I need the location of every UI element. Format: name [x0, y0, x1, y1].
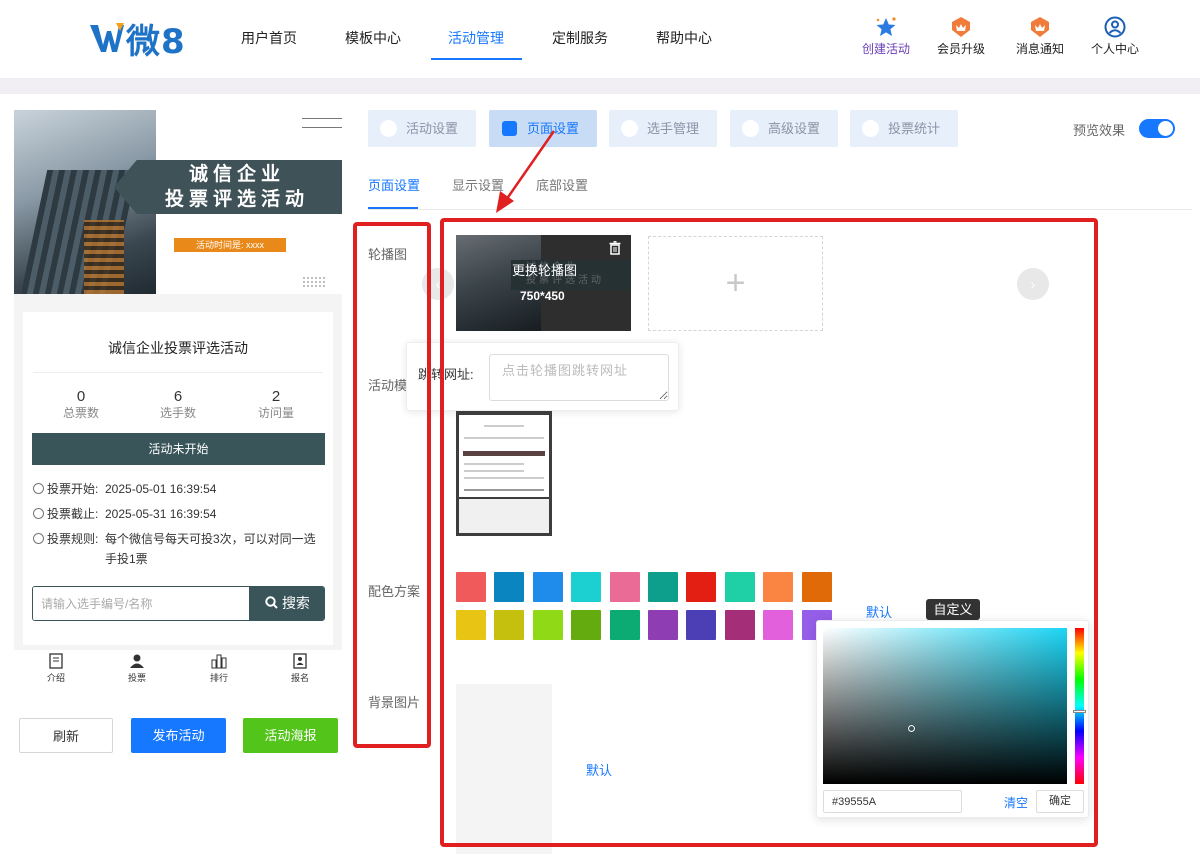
tab-label: 排行	[209, 673, 228, 683]
refresh-button[interactable]: 刷新	[19, 718, 113, 753]
tab-label: 介绍	[46, 673, 65, 683]
person-icon	[621, 120, 638, 137]
subtab-page-settings[interactable]: 页面设置	[368, 175, 420, 194]
preview-toggle[interactable]	[1139, 119, 1175, 138]
clock-icon	[33, 508, 44, 519]
stat-label: 访问量	[257, 406, 294, 420]
stat-label: 总票数	[62, 406, 99, 420]
nav-item-custom-service[interactable]: 定制服务	[552, 28, 608, 48]
activity-poster-button[interactable]: 活动海报	[243, 718, 338, 753]
user-icon	[130, 654, 144, 668]
sliders-icon	[742, 120, 759, 137]
preview-tabbar: 介绍 投票 排行 报名	[14, 650, 342, 690]
stat-label: 选手数	[159, 406, 196, 420]
highlight-labels-box	[353, 222, 431, 748]
logo[interactable]: 微8	[90, 16, 186, 62]
notifications-button[interactable]: 消息通知	[1010, 16, 1070, 57]
tab-contestant-management[interactable]: 选手管理	[609, 110, 717, 147]
search-button[interactable]: 搜索	[249, 587, 324, 620]
tab-signup[interactable]: 报名	[280, 653, 320, 684]
nav-active-underline	[431, 58, 522, 60]
annotation-arrow	[496, 130, 556, 213]
stat-value: 0	[76, 388, 86, 405]
nav-item-help[interactable]: 帮助中心	[656, 28, 712, 48]
document-icon	[49, 653, 63, 669]
activity-info-card: 诚信企业投票评选活动 0 总票数 6 选手数 2 访问量 活动未开始 投票开始:…	[23, 312, 333, 645]
ranking-icon	[211, 654, 227, 669]
stat-contestants: 6 选手数	[133, 388, 223, 421]
vote-start-row: 投票开始:	[33, 479, 98, 499]
tab-label: 选手管理	[647, 121, 700, 136]
vote-rule-value: 每个微信号每天可投3次，可以对同一选手投1票	[105, 532, 316, 566]
signup-icon	[293, 653, 307, 669]
star-icon	[876, 17, 896, 36]
divider	[33, 372, 323, 373]
create-activity-button[interactable]: 创建活动	[856, 16, 916, 57]
notifications-label: 消息通知	[1015, 42, 1064, 56]
tab-label: 投票	[127, 673, 146, 683]
tab-intro[interactable]: 介绍	[36, 653, 76, 684]
user-circle-icon	[1104, 16, 1126, 38]
info-icon	[33, 533, 44, 544]
contestant-search-input[interactable]	[33, 587, 249, 620]
vote-end-label: 投票截止:	[47, 507, 99, 521]
clock-icon	[33, 483, 44, 494]
notification-badge-icon	[1031, 17, 1049, 37]
preview-banner: 诚信企业 投票评选活动 活动时间是: xxxx	[14, 110, 342, 294]
banner-title-line1: 诚信企业	[188, 164, 285, 185]
stat-value: 2	[271, 388, 281, 405]
vote-rule-row: 投票规则:	[33, 529, 98, 549]
profile-label: 个人中心	[1090, 42, 1139, 56]
create-activity-label: 创建活动	[861, 42, 910, 56]
highlight-content-box	[440, 218, 1098, 847]
publish-activity-button[interactable]: 发布活动	[131, 718, 226, 753]
tab-label: 活动设置	[406, 121, 459, 136]
vote-rule-label: 投票规则:	[47, 532, 99, 546]
profile-button[interactable]: 个人中心	[1085, 16, 1145, 57]
tab-ranking[interactable]: 排行	[199, 653, 239, 684]
nav-item-home[interactable]: 用户首页	[241, 28, 297, 48]
vote-start-label: 投票开始:	[47, 482, 99, 496]
tab-activity-settings[interactable]: 活动设置	[368, 110, 476, 147]
stat-visits: 2 访问量	[231, 388, 321, 421]
logo-w-icon	[90, 23, 124, 52]
header-divider-band	[0, 78, 1200, 94]
search-icon	[265, 596, 278, 609]
tab-label: 高级设置	[768, 121, 821, 136]
top-navigation: 微8 用户首页 模板中心 活动管理 定制服务 帮助中心 创建活动 会员升级 消息…	[0, 0, 1200, 78]
logo-text: 微8	[126, 21, 186, 62]
crown-badge-icon	[952, 17, 970, 37]
contestant-search: 搜索	[32, 586, 325, 621]
heart-icon	[380, 120, 397, 137]
tab-advanced-settings[interactable]: 高级设置	[730, 110, 838, 147]
vote-start-value: 2025-05-01 16:39:54	[105, 482, 217, 496]
member-upgrade-button[interactable]: 会员升级	[931, 16, 991, 57]
banner-title-line2: 投票评选活动	[164, 189, 309, 210]
vote-end-row: 投票截止:	[33, 504, 98, 524]
nav-item-templates[interactable]: 模板中心	[345, 28, 401, 48]
member-upgrade-label: 会员升级	[936, 42, 985, 56]
banner-title: 诚信企业 投票评选活动	[132, 162, 342, 212]
phone-preview: 诚信企业 投票评选活动 活动时间是: xxxx 诚信企业投票评选活动 0 总票数…	[14, 110, 342, 690]
search-button-label: 搜索	[281, 595, 310, 611]
stat-total-votes: 0 总票数	[36, 388, 126, 421]
tab-label: 投票统计	[888, 121, 941, 136]
banner-time-label: 活动时间是: xxxx	[174, 238, 286, 252]
activity-title: 诚信企业投票评选活动	[108, 340, 248, 356]
tab-vote[interactable]: 投票	[117, 653, 157, 684]
tab-label: 报名	[290, 673, 309, 683]
stats-icon	[862, 120, 879, 137]
stat-value: 6	[173, 388, 183, 405]
preview-toggle-label: 预览效果	[1073, 123, 1126, 138]
tab-vote-statistics[interactable]: 投票统计	[850, 110, 958, 147]
banner-decor-dots	[302, 276, 326, 288]
activity-status-bar: 活动未开始	[32, 433, 325, 465]
vote-end-value: 2025-05-31 16:39:54	[105, 507, 217, 521]
nav-item-activity-management[interactable]: 活动管理	[448, 28, 504, 48]
banner-decor-lines	[302, 118, 342, 128]
